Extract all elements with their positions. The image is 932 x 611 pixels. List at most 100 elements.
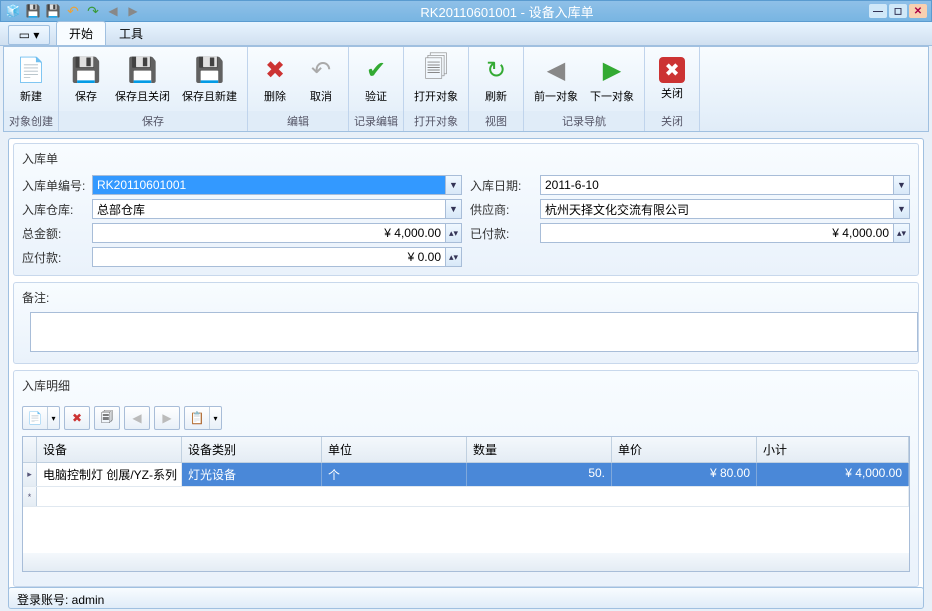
col-device[interactable]: 设备 <box>37 437 182 462</box>
label-total: 总金额: <box>22 225 92 242</box>
warehouse-dropdown-button[interactable]: ▼ <box>446 199 462 219</box>
cell-unit[interactable]: 个 <box>322 463 467 486</box>
prev-icon: ◀ <box>540 54 572 86</box>
date-dropdown-button[interactable]: ▼ <box>894 175 910 195</box>
delete-button[interactable]: ✖删除 <box>252 50 298 108</box>
section-detail: 入库明细 📄▾ ✖ 🗐 ◀ ▶ 📋▾ 设备 设备类别 单位 数量 单价 小计 ▸ <box>13 370 919 587</box>
due-spinner-button[interactable]: ▴▾ <box>446 247 462 267</box>
section-remark-title: 备注: <box>14 285 918 312</box>
new-row-indicator: * <box>23 487 37 506</box>
new-icon: 📄 <box>15 54 47 86</box>
prev-button[interactable]: ◀前一对象 <box>528 50 584 108</box>
save-icon: 💾 <box>70 54 102 86</box>
grid-next-button[interactable]: ▶ <box>155 407 179 429</box>
grid-export-dropdown[interactable]: ▾ <box>209 407 221 429</box>
ribbon-tabs: ▭ ▾ 开始 工具 <box>0 22 932 46</box>
validate-button[interactable]: ✔验证 <box>353 50 399 108</box>
delete-icon: ✖ <box>259 54 291 86</box>
cell-price[interactable]: ¥ 80.00 <box>612 463 757 486</box>
group-save: 保存 <box>59 111 247 131</box>
col-price[interactable]: 单价 <box>612 437 757 462</box>
cancel-button[interactable]: ↶取消 <box>298 50 344 108</box>
input-warehouse[interactable]: 总部仓库 <box>92 199 446 219</box>
group-view: 视图 <box>469 111 523 131</box>
section-detail-title: 入库明细 <box>14 373 918 400</box>
cell-qty[interactable]: 50. <box>467 463 612 486</box>
col-category[interactable]: 设备类别 <box>182 437 322 462</box>
close-icon: ✖ <box>659 57 685 83</box>
grid-prev-button[interactable]: ◀ <box>125 407 149 429</box>
ribbon: 📄新建 对象创建 💾保存 💾保存且关闭 💾保存且新建 保存 ✖删除 ↶取消 编辑… <box>3 46 929 132</box>
save-new-button[interactable]: 💾保存且新建 <box>176 50 243 108</box>
group-edit: 编辑 <box>248 111 348 131</box>
label-due: 应付款: <box>22 249 92 266</box>
label-docno: 入库单编号: <box>22 177 92 194</box>
label-supplier: 供应商: <box>470 201 540 218</box>
qat-undo-icon[interactable]: ↶ <box>65 3 81 19</box>
grid-export-button[interactable]: 📋 <box>185 407 209 429</box>
save-close-icon: 💾 <box>127 54 159 86</box>
section-main: 入库单 入库单编号: RK20110601001 ▼ 入库日期: 2011-6-… <box>13 143 919 276</box>
statusbar: 登录账号: admin <box>8 587 924 609</box>
paid-spinner-button[interactable]: ▴▾ <box>894 223 910 243</box>
input-supplier[interactable]: 杭州天择文化交流有限公司 <box>540 199 894 219</box>
col-subtotal[interactable]: 小计 <box>757 437 909 462</box>
input-docno[interactable]: RK20110601001 <box>92 175 446 195</box>
cancel-icon: ↶ <box>305 54 337 86</box>
grid-footer <box>23 553 909 571</box>
check-icon: ✔ <box>360 54 392 86</box>
grid-body[interactable]: ▸ 电脑控制灯 创展/YZ-系列 灯光设备 个 50. ¥ 80.00 ¥ 4,… <box>23 463 909 553</box>
refresh-icon: ↻ <box>480 54 512 86</box>
input-due[interactable]: ¥ 0.00 <box>92 247 446 267</box>
cell-category[interactable]: 灯光设备 <box>182 463 322 486</box>
input-date[interactable]: 2011-6-10 <box>540 175 894 195</box>
remark-textarea[interactable] <box>30 312 918 352</box>
new-row[interactable]: * <box>23 487 909 507</box>
group-nav: 记录导航 <box>524 111 644 131</box>
close-button[interactable]: ✖关闭 <box>649 53 695 105</box>
input-paid[interactable]: ¥ 4,000.00 <box>540 223 894 243</box>
minimize-button[interactable]: — <box>869 4 887 18</box>
window-close-button[interactable]: ✕ <box>909 4 927 18</box>
grid-new-dropdown[interactable]: ▾ <box>47 407 59 429</box>
qat-prev-icon[interactable]: ◀ <box>105 3 121 19</box>
section-main-title: 入库单 <box>14 146 918 173</box>
grid-open-button[interactable]: 🗐 <box>95 407 119 429</box>
group-close: 关闭 <box>645 111 699 131</box>
maximize-button[interactable]: ◻ <box>889 4 907 18</box>
new-button[interactable]: 📄新建 <box>8 50 54 108</box>
qat-next-icon[interactable]: ▶ <box>125 3 141 19</box>
col-qty[interactable]: 数量 <box>467 437 612 462</box>
refresh-button[interactable]: ↻刷新 <box>473 50 519 108</box>
grid-delete-button[interactable]: ✖ <box>65 407 89 429</box>
table-row[interactable]: ▸ 电脑控制灯 创展/YZ-系列 灯光设备 个 50. ¥ 80.00 ¥ 4,… <box>23 463 909 487</box>
docno-dropdown-button[interactable]: ▼ <box>446 175 462 195</box>
cell-device[interactable]: 电脑控制灯 创展/YZ-系列 <box>37 463 182 486</box>
supplier-dropdown-button[interactable]: ▼ <box>894 199 910 219</box>
view-dropdown[interactable]: ▭ ▾ <box>8 25 50 45</box>
open-icon: 🗐 <box>420 54 452 86</box>
row-indicator: ▸ <box>23 463 37 486</box>
save-button[interactable]: 💾保存 <box>63 50 109 108</box>
open-object-button[interactable]: 🗐打开对象 <box>408 50 464 108</box>
input-total[interactable]: ¥ 4,000.00 <box>92 223 446 243</box>
corner-cell <box>23 437 37 462</box>
app-icon: 🧊 <box>5 3 21 19</box>
tab-tools[interactable]: 工具 <box>106 21 156 45</box>
label-warehouse: 入库仓库: <box>22 201 92 218</box>
save-close-button[interactable]: 💾保存且关闭 <box>109 50 176 108</box>
cell-subtotal[interactable]: ¥ 4,000.00 <box>757 463 909 486</box>
detail-grid: 设备 设备类别 单位 数量 单价 小计 ▸ 电脑控制灯 创展/YZ-系列 灯光设… <box>22 436 910 572</box>
tab-start[interactable]: 开始 <box>56 21 106 45</box>
titlebar: 🧊 💾 💾 ↶ ↷ ◀ ▶ RK20110601001 - 设备入库单 — ◻ … <box>0 0 932 22</box>
qat-saveclose-icon[interactable]: 💾 <box>45 3 61 19</box>
grid-new-button[interactable]: 📄 <box>23 407 47 429</box>
qat-save-icon[interactable]: 💾 <box>25 3 41 19</box>
col-unit[interactable]: 单位 <box>322 437 467 462</box>
total-spinner-button[interactable]: ▴▾ <box>446 223 462 243</box>
label-date: 入库日期: <box>470 177 540 194</box>
next-button[interactable]: ▶下一对象 <box>584 50 640 108</box>
qat-redo-icon[interactable]: ↷ <box>85 3 101 19</box>
next-icon: ▶ <box>596 54 628 86</box>
save-new-icon: 💾 <box>194 54 226 86</box>
